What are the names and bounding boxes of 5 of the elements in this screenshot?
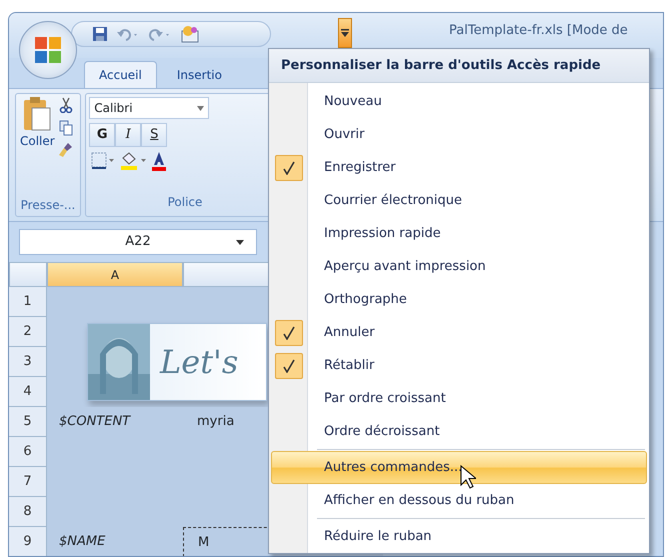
menu-title: Personnaliser la barre d'outils Accès rapide <box>269 49 649 83</box>
group-label: Police <box>166 194 204 211</box>
group-label: Presse-... <box>20 197 76 214</box>
window-title: PalTemplate-fr.xls [Mode de <box>449 22 628 40</box>
banner-text: Let's <box>160 342 238 383</box>
